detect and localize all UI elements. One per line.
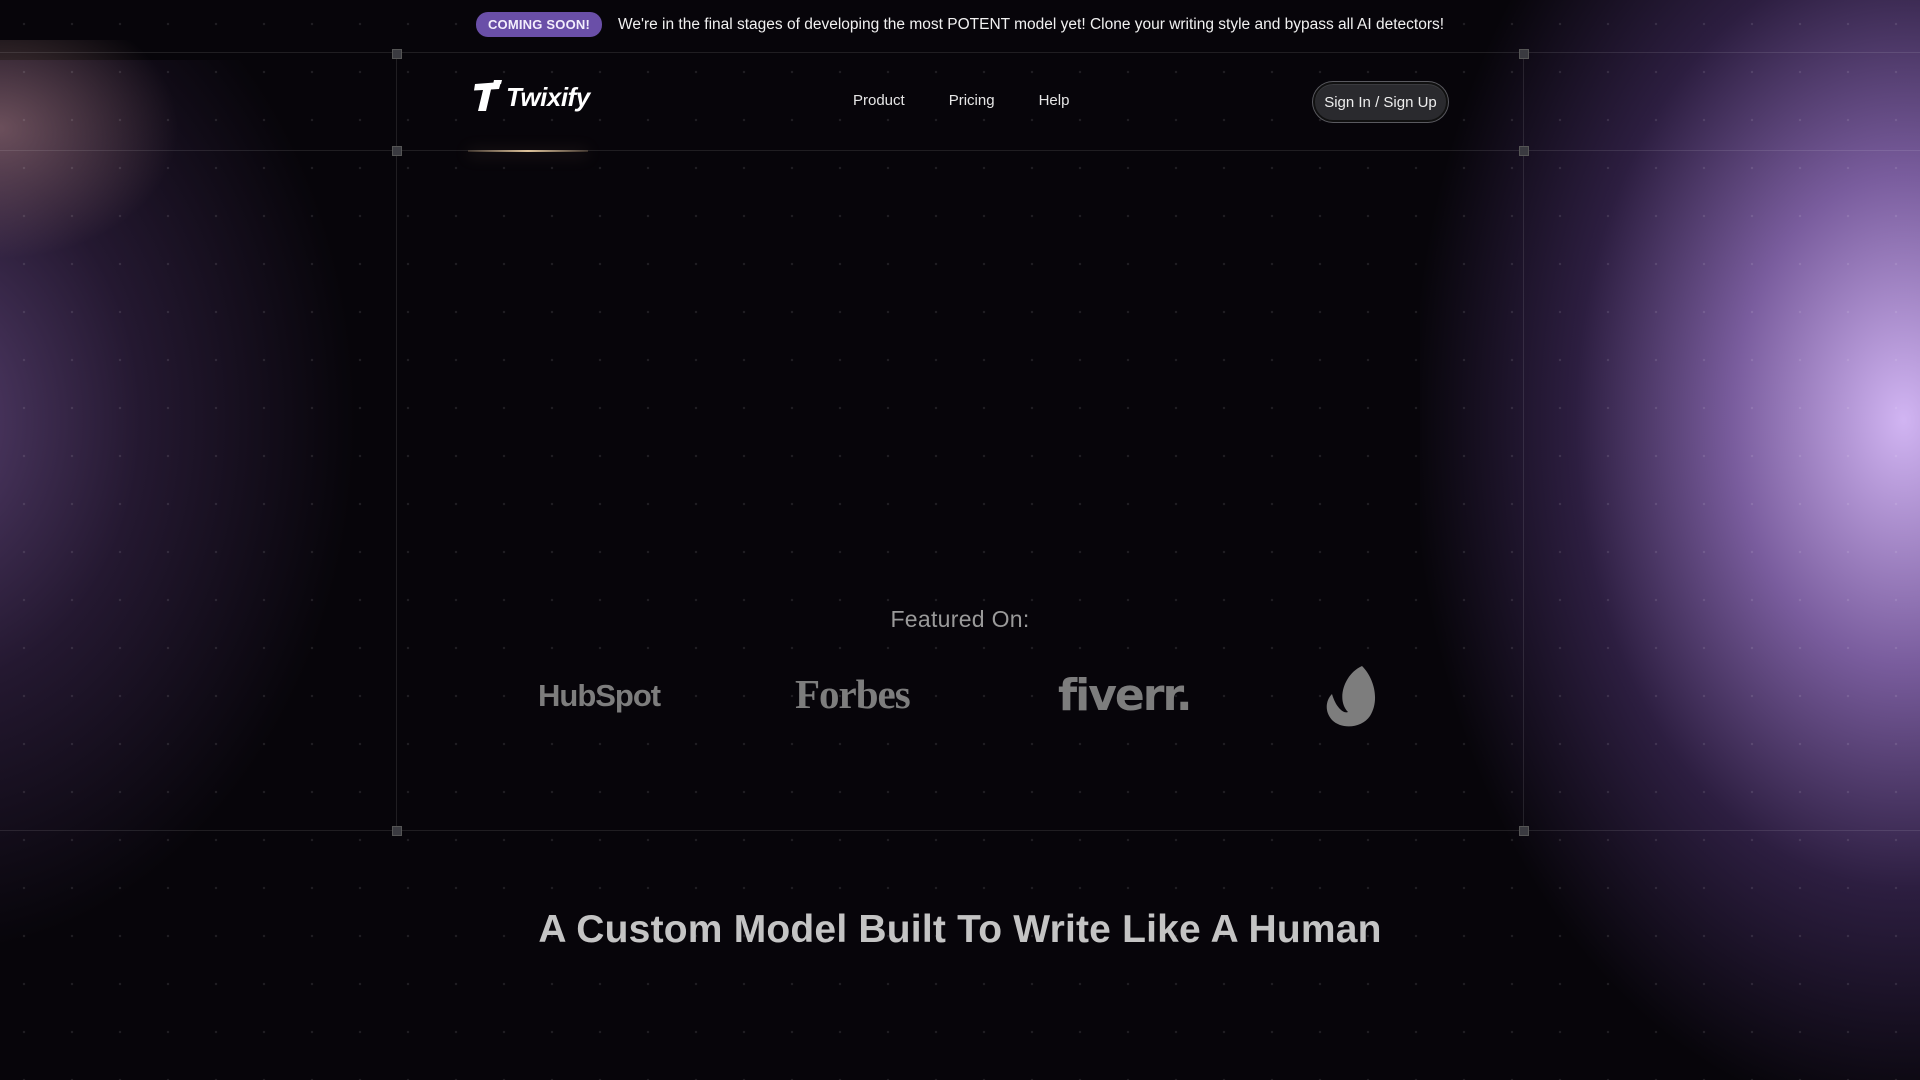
frame-corner <box>1519 146 1529 156</box>
twixify-logo-icon <box>474 80 502 111</box>
nav-pricing[interactable]: Pricing <box>949 92 995 109</box>
announcement-text: We're in the final stages of developing … <box>618 15 1445 33</box>
section-headline: A Custom Model Built To Write Like A Hum… <box>538 908 1382 951</box>
frame-corner <box>1519 49 1529 59</box>
fiverr-logo: fiverr. <box>1058 670 1193 721</box>
frame-corner <box>392 49 402 59</box>
frame-corner <box>1519 826 1529 836</box>
twixify-logo[interactable]: Twixify <box>472 80 590 114</box>
coming-soon-badge[interactable]: COMING SOON! <box>475 12 603 37</box>
frame-corner <box>392 826 402 836</box>
background-glow-left <box>0 60 360 960</box>
featured-title: Featured On: <box>890 606 1030 632</box>
page: COMING SOON! We're in the final stages o… <box>0 0 1920 1080</box>
frame-corner <box>392 146 402 156</box>
forbes-logo: Forbes <box>795 671 911 717</box>
sign-in-button[interactable]: Sign In / Sign Up <box>1313 82 1448 122</box>
main-nav: Product Pricing Help <box>853 92 1069 109</box>
featured-logos: HubSpot Forbes fiverr. <box>0 660 1920 730</box>
nav-product[interactable]: Product <box>853 92 905 109</box>
envato-icon <box>1326 666 1376 727</box>
frame-line-bottom <box>0 830 1920 831</box>
hubspot-logo: HubSpot <box>538 678 661 713</box>
announcement-bar: COMING SOON! We're in the final stages o… <box>0 12 1920 37</box>
frame-line-top <box>0 52 1920 53</box>
frame-line-header <box>0 150 1920 151</box>
nav-help[interactable]: Help <box>1039 92 1070 109</box>
logo-text: Twixify <box>506 81 590 112</box>
logo-underline <box>468 150 588 152</box>
